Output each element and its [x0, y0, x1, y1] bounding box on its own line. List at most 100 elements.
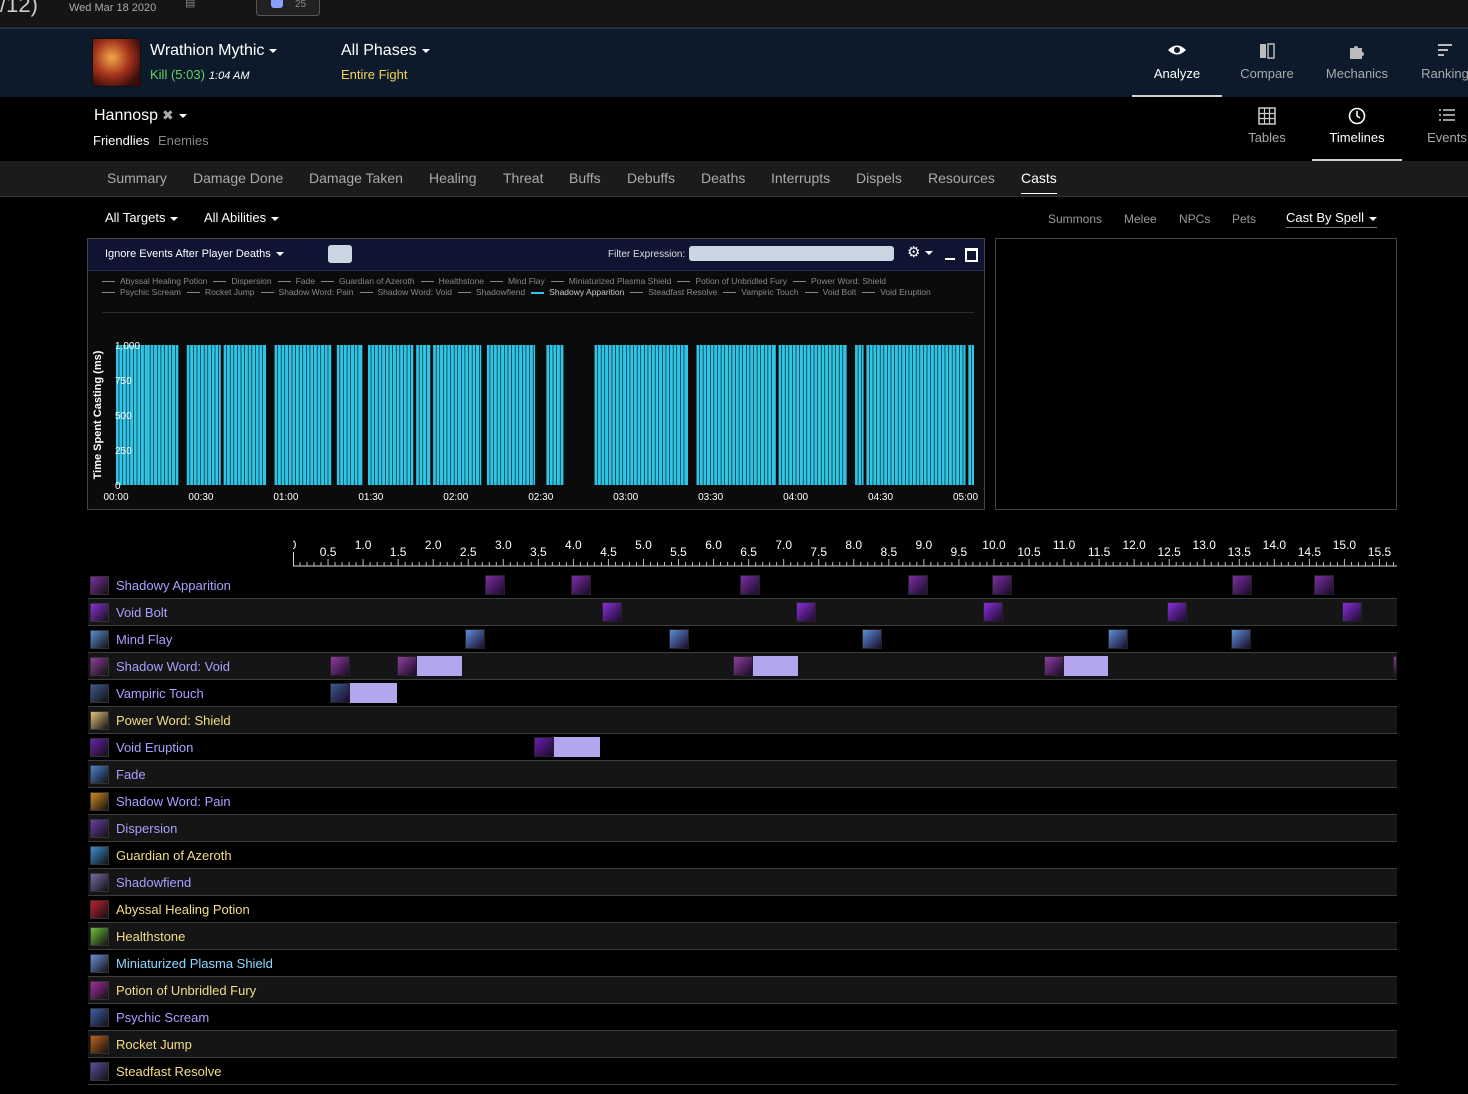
targets-dropdown[interactable]: All Targets — [105, 210, 179, 225]
player-selector[interactable]: Hannosp ✖ — [94, 107, 187, 125]
legend-item[interactable]: Void Bolt — [804, 287, 856, 298]
cast-by-dropdown[interactable]: Cast By Spell — [1286, 210, 1378, 228]
shadowy-apparition-icon[interactable] — [485, 575, 506, 595]
legend-item[interactable]: Abyssal Healing Potion — [102, 276, 207, 287]
void-bolt-icon[interactable] — [602, 602, 623, 622]
legend-item[interactable]: Vampiric Touch — [723, 287, 799, 298]
abilities-dropdown[interactable]: All Abilities — [204, 210, 280, 225]
tab-summary[interactable]: Summary — [107, 170, 167, 186]
ability-name[interactable]: Vampiric Touch — [116, 686, 204, 701]
nav-analyze[interactable]: Analyze — [1132, 29, 1222, 97]
ability-name[interactable]: Void Eruption — [116, 740, 193, 755]
filter-expression-input[interactable] — [689, 246, 894, 261]
ability-name[interactable]: Rocket Jump — [116, 1037, 192, 1052]
legend-item[interactable]: Guardian of Azeroth — [320, 276, 415, 287]
chat-button[interactable]: 25 — [256, 0, 320, 16]
mind-flay-icon[interactable] — [1108, 629, 1129, 649]
legend-item[interactable]: Healthstone — [420, 276, 484, 287]
void-bolt-icon[interactable] — [982, 602, 1003, 622]
shadowy-apparition-icon[interactable] — [571, 575, 592, 595]
nav-mechanics[interactable]: Mechanics — [1312, 29, 1402, 97]
tab-threat[interactable]: Threat — [503, 170, 543, 186]
ability-name[interactable]: Mind Flay — [116, 632, 172, 647]
shadow-word-void-icon[interactable] — [396, 656, 417, 676]
mind-flay-icon[interactable] — [862, 629, 883, 649]
shadowy-apparition-icon[interactable] — [908, 575, 929, 595]
tab-debuffs[interactable]: Debuffs — [627, 170, 675, 186]
ability-name[interactable]: Guardian of Azeroth — [116, 848, 232, 863]
mind-flay-icon[interactable] — [668, 629, 689, 649]
shadowy-apparition-icon[interactable] — [1232, 575, 1253, 595]
ability-name[interactable]: Dispersion — [116, 821, 177, 836]
legend-item[interactable]: Steadfast Resolve — [630, 287, 717, 298]
shadow-word-void-icon[interactable] — [1393, 656, 1397, 676]
filter-npcs[interactable]: NPCs — [1179, 212, 1210, 226]
tab-casts[interactable]: Casts — [1021, 170, 1057, 194]
legend-item[interactable]: Power Word: Shield — [792, 276, 886, 287]
shadowy-apparition-icon[interactable] — [739, 575, 760, 595]
ability-name[interactable]: Potion of Unbridled Fury — [116, 983, 256, 998]
tab-damage-done[interactable]: Damage Done — [193, 170, 283, 186]
tab-deaths[interactable]: Deaths — [701, 170, 745, 186]
gear-icon[interactable]: ⚙ — [907, 243, 934, 261]
void-bolt-icon[interactable] — [1167, 602, 1188, 622]
ability-name[interactable]: Steadfast Resolve — [116, 1064, 222, 1079]
tab-interrupts[interactable]: Interrupts — [771, 170, 830, 186]
legend-item[interactable]: Psychic Scream — [102, 287, 181, 298]
shadowy-apparition-icon[interactable] — [991, 575, 1012, 595]
ability-name[interactable]: Shadowfiend — [116, 875, 191, 890]
vampiric-touch-icon[interactable] — [330, 683, 351, 703]
ability-name[interactable]: Healthstone — [116, 929, 185, 944]
void-bolt-icon[interactable] — [1341, 602, 1362, 622]
shadowy-apparition-icon[interactable] — [1313, 575, 1334, 595]
tab-resources[interactable]: Resources — [928, 170, 995, 186]
ability-name[interactable]: Shadowy Apparition — [116, 578, 231, 593]
filter-melee[interactable]: Melee — [1124, 212, 1157, 226]
ignore-deaths-toggle[interactable] — [328, 245, 352, 263]
legend-item[interactable]: Miniaturized Plasma Shield — [550, 276, 671, 287]
phase-selector[interactable]: All Phases — [341, 42, 430, 60]
filter-summons[interactable]: Summons — [1048, 212, 1102, 226]
ability-name[interactable]: Abyssal Healing Potion — [116, 902, 250, 917]
legend-item[interactable]: Rocket Jump — [186, 287, 255, 298]
legend-item[interactable]: Potion of Unbridled Fury — [677, 276, 787, 287]
ability-name[interactable]: Miniaturized Plasma Shield — [116, 956, 273, 971]
legend-item[interactable]: Fade — [277, 276, 315, 287]
tab-buffs[interactable]: Buffs — [569, 170, 601, 186]
ability-name[interactable]: Shadow Word: Void — [116, 659, 230, 674]
view-tables[interactable]: Tables — [1222, 97, 1312, 161]
ability-name[interactable]: Void Bolt — [116, 605, 167, 620]
mind-flay-icon[interactable] — [1230, 629, 1251, 649]
view-timelines[interactable]: Timelines — [1312, 97, 1402, 161]
legend-item[interactable]: Dispersion — [213, 276, 272, 287]
legend-item[interactable]: Void Eruption — [862, 287, 931, 298]
legend-item[interactable]: Shadowfiend — [458, 287, 525, 298]
void-eruption-icon[interactable] — [534, 737, 555, 757]
legend-item[interactable]: Shadowy Apparition — [531, 287, 624, 298]
ability-name[interactable]: Power Word: Shield — [116, 713, 231, 728]
ability-name[interactable]: Shadow Word: Pain — [116, 794, 231, 809]
tab-dispels[interactable]: Dispels — [856, 170, 902, 186]
legend-item[interactable]: Mind Flay — [489, 276, 545, 287]
shadow-word-void-icon[interactable] — [330, 656, 351, 676]
friendlies-link[interactable]: Friendlies — [93, 133, 149, 148]
encounter-selector[interactable]: Wrathion Mythic — [150, 42, 278, 60]
ability-name[interactable]: Fade — [116, 767, 146, 782]
minimize-icon[interactable] — [945, 258, 955, 260]
shadow-word-void-icon[interactable] — [733, 656, 754, 676]
ability-name[interactable]: Psychic Scream — [116, 1010, 209, 1025]
view-events[interactable]: Events — [1402, 97, 1468, 161]
tab-damage-taken[interactable]: Damage Taken — [309, 170, 403, 186]
nav-ranking[interactable]: Ranking — [1400, 29, 1468, 97]
legend-item[interactable]: Shadow Word: Void — [359, 287, 452, 298]
filter-pets[interactable]: Pets — [1232, 212, 1256, 226]
document-icon[interactable]: ▤ — [185, 0, 195, 9]
maximize-icon[interactable] — [965, 248, 978, 262]
shadow-word-void-icon[interactable] — [1044, 656, 1065, 676]
mind-flay-icon[interactable] — [464, 629, 485, 649]
clear-icon[interactable]: ✖ — [162, 107, 174, 123]
tab-healing[interactable]: Healing — [429, 170, 476, 186]
legend-item[interactable]: Shadow Word: Pain — [260, 287, 354, 298]
nav-compare[interactable]: Compare — [1222, 29, 1312, 97]
enemies-link[interactable]: Enemies — [158, 133, 209, 148]
